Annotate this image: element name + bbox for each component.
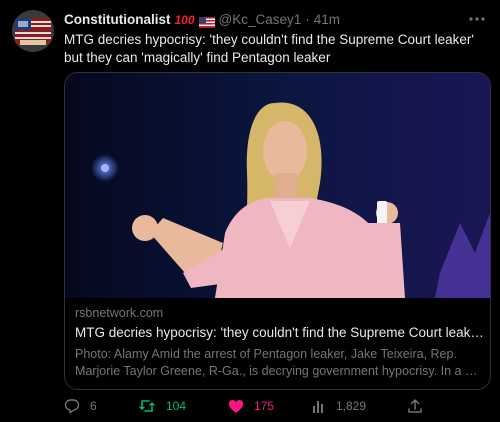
retweet-icon <box>138 398 156 414</box>
tweet-text: MTG decries hypocrisy: 'they couldn't fi… <box>64 32 474 65</box>
like-count: 175 <box>254 399 275 413</box>
separator-dot: · <box>305 12 310 27</box>
retweet-count: 104 <box>166 399 187 413</box>
heart-icon <box>228 399 244 414</box>
tweet[interactable]: Constitutionalist 100 @Kc_Casey1 · 41m M… <box>0 0 500 422</box>
card-domain: rsbnetwork.com <box>75 306 164 320</box>
card-image[interactable] <box>65 73 490 298</box>
reply-button[interactable]: 6 <box>64 398 97 414</box>
views-chart-icon <box>312 399 326 413</box>
reply-icon <box>64 398 80 414</box>
share-icon <box>407 398 423 414</box>
more-horizontal-icon[interactable] <box>468 10 486 32</box>
display-name[interactable]: Constitutionalist <box>64 11 171 29</box>
timestamp[interactable]: 41m <box>314 11 340 29</box>
card-text[interactable]: rsbnetwork.com MTG decries hypocrisy: 't… <box>75 304 485 380</box>
view-count: 1,829 <box>336 399 367 413</box>
views-button[interactable]: 1,829 <box>312 398 366 414</box>
handle[interactable]: @Kc_Casey1 <box>219 11 302 29</box>
hundred-points-icon: 100 <box>174 13 195 27</box>
link-card[interactable]: rsbnetwork.com MTG decries hypocrisy: 't… <box>64 72 491 390</box>
us-flag-icon <box>198 15 215 28</box>
action-bar: 6 104 175 1,829 <box>64 398 424 418</box>
share-button[interactable] <box>407 398 423 414</box>
retweet-button[interactable]: 104 <box>138 398 186 414</box>
card-description: Photo: Alamy Amid the arrest of Pentagon… <box>75 347 478 378</box>
card-title: MTG decries hypocrisy: 'they couldn't fi… <box>75 325 485 340</box>
avatar[interactable] <box>12 10 54 52</box>
tweet-header: Constitutionalist 100 @Kc_Casey1 · 41m <box>64 11 460 29</box>
reply-count: 6 <box>90 399 97 413</box>
like-button[interactable]: 175 <box>228 398 274 414</box>
